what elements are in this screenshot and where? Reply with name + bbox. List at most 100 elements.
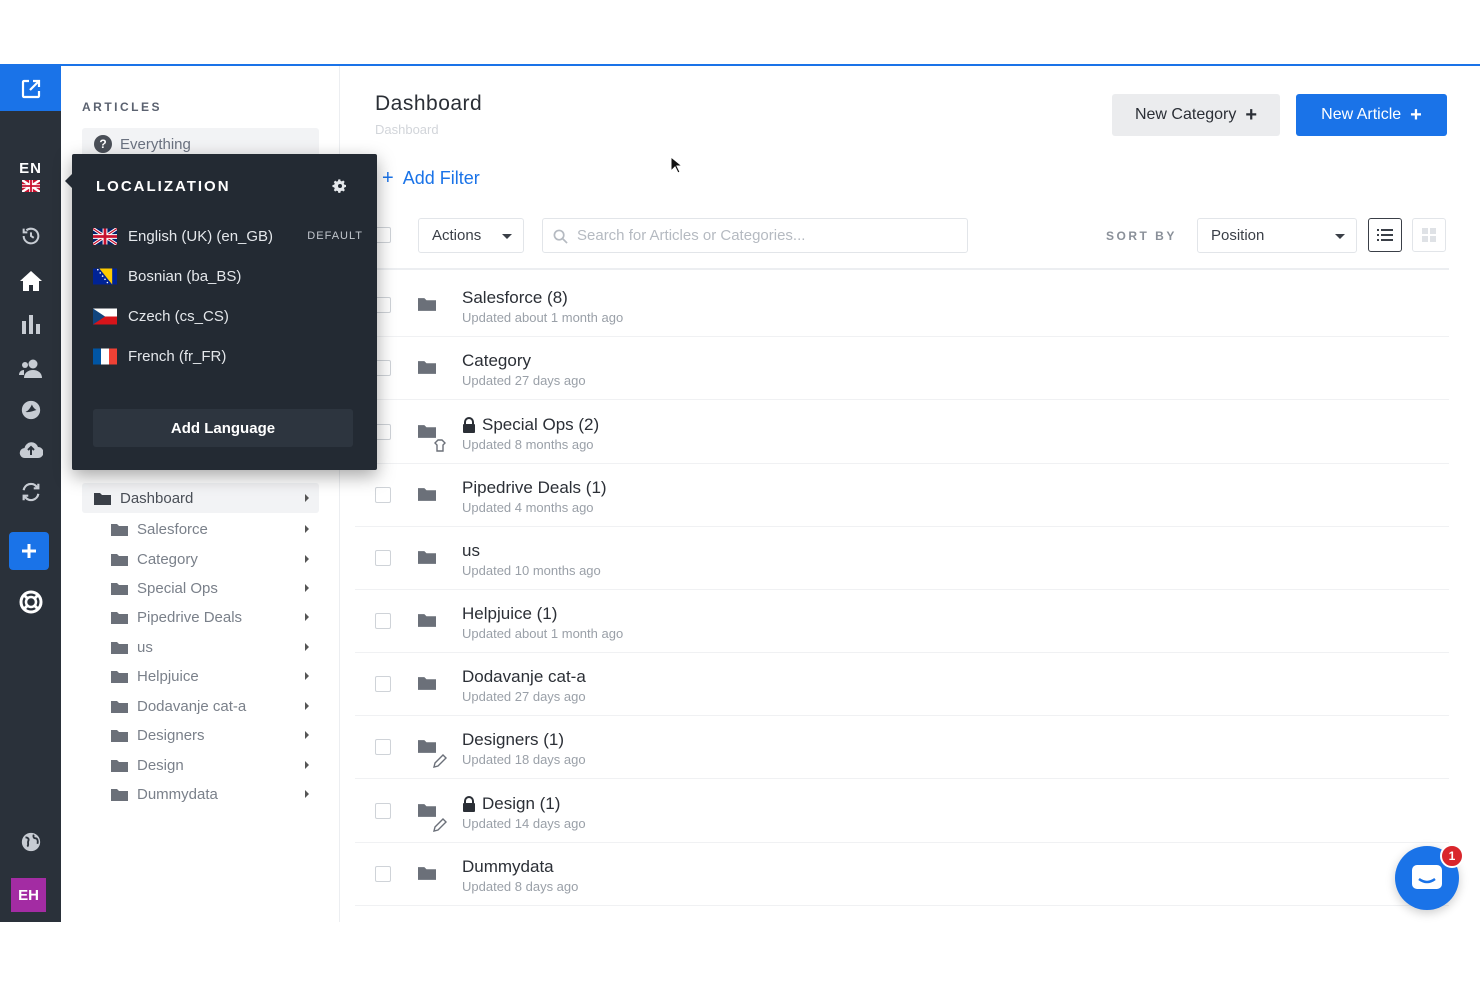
language-option-en-gb[interactable]: English (UK) (en_GB) DEFAULT <box>93 222 363 250</box>
caret-right-icon[interactable] <box>305 555 309 563</box>
row-checkbox[interactable] <box>375 676 391 692</box>
breadcrumb[interactable]: Dashboard <box>375 122 439 137</box>
sidebar-item-helpjuice[interactable]: Helpjuice <box>111 663 319 689</box>
sidebar-item-special-ops[interactable]: Special Ops <box>111 575 319 601</box>
row-updated: Updated 8 months ago <box>462 437 594 452</box>
table-row[interactable]: Dodavanje cat-a Updated 27 days ago <box>355 653 1449 716</box>
row-title[interactable]: Special Ops (2) <box>462 415 599 435</box>
row-checkbox[interactable] <box>375 739 391 755</box>
caret-right-icon[interactable] <box>305 494 309 502</box>
users-nav[interactable] <box>0 348 61 388</box>
add-language-button[interactable]: Add Language <box>93 409 353 447</box>
home-nav[interactable] <box>0 261 61 301</box>
analytics-nav[interactable] <box>0 304 61 344</box>
caret-right-icon[interactable] <box>305 525 309 533</box>
row-checkbox[interactable] <box>375 866 391 882</box>
sidebar-item-dummydata[interactable]: Dummydata <box>111 781 319 807</box>
language-code: EN <box>19 160 42 177</box>
row-title[interactable]: Salesforce (8) <box>462 288 568 308</box>
folder-icon <box>111 611 128 624</box>
table-row[interactable]: us Updated 10 months ago <box>355 527 1449 590</box>
sync-nav[interactable] <box>0 472 61 512</box>
sidebar-item-designers[interactable]: Designers <box>111 722 319 748</box>
row-title[interactable]: us <box>462 541 480 561</box>
row-checkbox[interactable] <box>375 487 391 503</box>
add-button[interactable] <box>9 532 49 570</box>
app-window: EN EH ARTICLES ? Everything Dashboard Sa… <box>0 64 1480 922</box>
select-all-checkbox[interactable] <box>375 227 391 243</box>
grid-view-button[interactable] <box>1412 218 1446 252</box>
caret-right-icon[interactable] <box>305 731 309 739</box>
table-row[interactable]: Design (1) Updated 14 days ago <box>355 780 1449 843</box>
row-title[interactable]: Designers (1) <box>462 730 564 750</box>
table-row[interactable]: Dummydata Updated 8 days ago <box>355 843 1449 906</box>
sidebar-item-pipedrive-deals[interactable]: Pipedrive Deals <box>111 604 319 630</box>
localization-title: LOCALIZATION <box>96 178 231 195</box>
table-row[interactable]: Helpjuice (1) Updated about 1 month ago <box>355 590 1449 653</box>
caret-right-icon[interactable] <box>305 761 309 769</box>
sidebar-item-us[interactable]: us <box>111 634 319 660</box>
table-row[interactable]: Designers (1) Updated 18 days ago <box>355 716 1449 779</box>
sidebar-item-label: Helpjuice <box>137 667 199 685</box>
table-row[interactable]: Category Updated 27 days ago <box>355 337 1449 400</box>
explore-nav[interactable] <box>0 390 61 430</box>
sidebar-item-design[interactable]: Design <box>111 752 319 778</box>
folder-icon <box>111 700 128 713</box>
folder-icon <box>418 740 436 753</box>
caret-right-icon[interactable] <box>305 584 309 592</box>
table-row[interactable]: Salesforce (8) Updated about 1 month ago <box>355 274 1449 337</box>
user-avatar[interactable]: EH <box>11 878 46 912</box>
add-filter-button[interactable]: + Add Filter <box>382 167 480 190</box>
caret-right-icon[interactable] <box>305 672 309 680</box>
sidebar-item-salesforce[interactable]: Salesforce <box>111 516 319 542</box>
row-title-text: Designers (1) <box>462 730 565 749</box>
actions-dropdown[interactable]: Actions <box>418 218 524 253</box>
page-title: Dashboard <box>375 92 483 115</box>
globe-nav[interactable] <box>0 822 61 862</box>
sidebar-item-label: Dodavanje cat-a <box>137 697 247 715</box>
caret-right-icon[interactable] <box>305 613 309 621</box>
row-checkbox[interactable] <box>375 360 391 376</box>
external-link-icon <box>21 79 40 98</box>
language-label: Czech (cs_CS) <box>128 307 229 325</box>
sidebar-item-dodavanje[interactable]: Dodavanje cat-a <box>111 693 319 719</box>
row-checkbox[interactable] <box>375 550 391 566</box>
row-checkbox[interactable] <box>375 613 391 629</box>
row-checkbox[interactable] <box>375 803 391 819</box>
plus-icon: + <box>1410 103 1422 126</box>
row-title-text: Pipedrive Deals (1) <box>462 478 607 497</box>
support-nav[interactable] <box>0 582 61 622</box>
gear-icon[interactable] <box>332 178 348 194</box>
external-link-button[interactable] <box>0 66 61 111</box>
sort-by-label: SORT BY <box>1106 229 1177 243</box>
new-article-button[interactable]: New Article + <box>1296 94 1447 136</box>
sort-select[interactable]: Position <box>1197 218 1357 253</box>
table-row[interactable]: Special Ops (2) Updated 8 months ago <box>355 401 1449 464</box>
caret-right-icon[interactable] <box>305 643 309 651</box>
row-title[interactable]: Dodavanje cat-a <box>462 667 586 687</box>
search-input[interactable]: Search for Articles or Categories... <box>542 218 968 253</box>
row-title[interactable]: Dummydata <box>462 857 554 877</box>
row-title[interactable]: Design (1) <box>462 794 560 814</box>
language-label: English (UK) (en_GB) <box>128 227 274 245</box>
row-title[interactable]: Category <box>462 351 531 371</box>
row-title[interactable]: Helpjuice (1) <box>462 604 557 624</box>
row-title[interactable]: Pipedrive Deals (1) <box>462 478 607 498</box>
folder-icon <box>418 804 436 817</box>
history-nav[interactable] <box>0 216 61 256</box>
language-option-cs-cs[interactable]: Czech (cs_CS) <box>93 302 363 330</box>
caret-right-icon[interactable] <box>305 702 309 710</box>
row-checkbox[interactable] <box>375 297 391 313</box>
language-option-ba-bs[interactable]: Bosnian (ba_BS) <box>93 262 363 290</box>
language-switcher[interactable]: EN <box>0 160 61 196</box>
sidebar-item-label: Special Ops <box>137 579 218 597</box>
cloud-nav[interactable] <box>0 430 61 470</box>
table-row[interactable]: Pipedrive Deals (1) Updated 4 months ago <box>355 464 1449 527</box>
language-option-fr-fr[interactable]: French (fr_FR) <box>93 342 363 370</box>
row-checkbox[interactable] <box>375 424 391 440</box>
sidebar-item-category[interactable]: Category <box>111 546 319 572</box>
sidebar-item-dashboard[interactable]: Dashboard <box>82 483 319 513</box>
caret-right-icon[interactable] <box>305 790 309 798</box>
new-category-button[interactable]: New Category + <box>1112 94 1280 136</box>
list-view-button[interactable] <box>1368 218 1402 252</box>
